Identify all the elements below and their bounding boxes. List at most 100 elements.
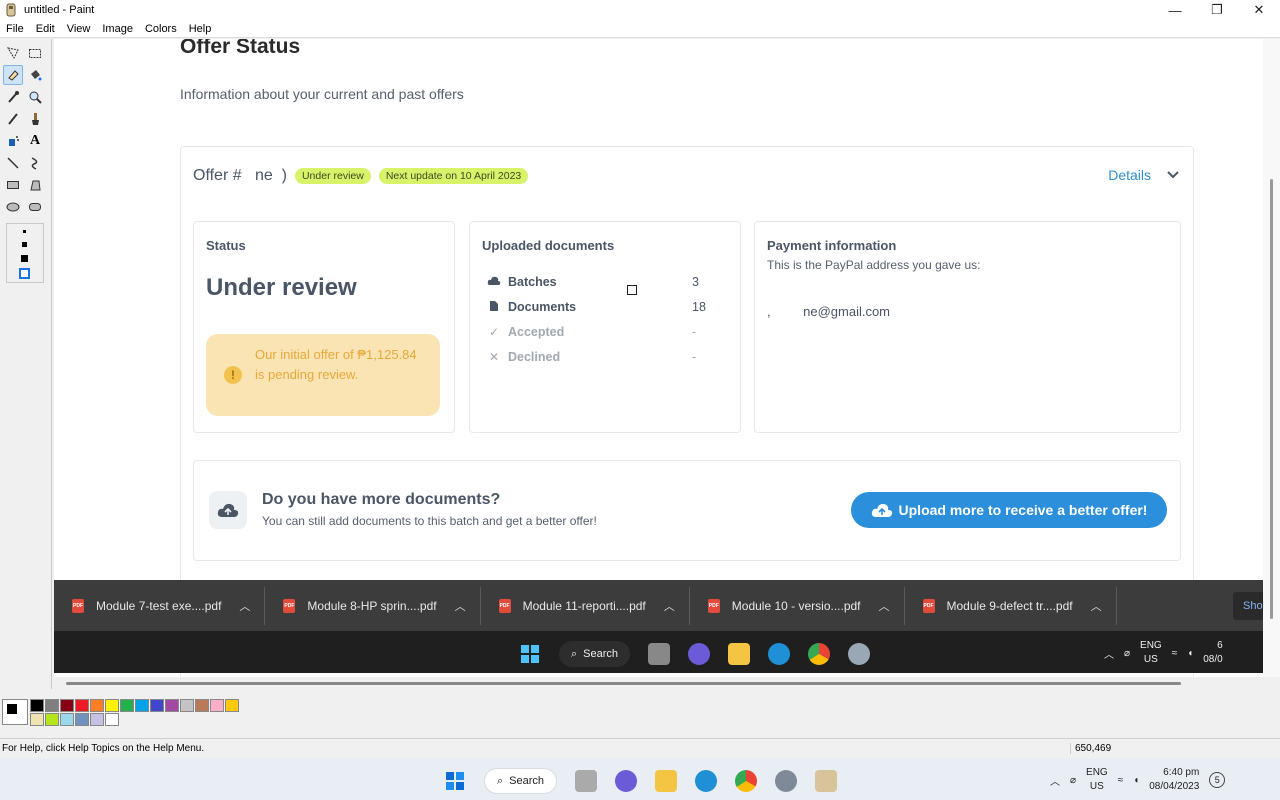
color-swatch[interactable] <box>45 699 59 712</box>
chevron-up-icon[interactable]: ︿ <box>1091 598 1102 614</box>
windows-start-icon[interactable] <box>444 770 466 792</box>
inner-search: ⌕ Search <box>559 641 631 667</box>
menu-edit[interactable]: Edit <box>30 23 61 35</box>
color-picker-icon[interactable] <box>3 87 23 107</box>
color-swatch[interactable] <box>210 699 224 712</box>
chevron-up-icon: ︿ <box>1104 649 1114 661</box>
cursor-coordinates: 650,469 <box>1070 743 1170 754</box>
teams-icon <box>688 643 711 665</box>
color-swatch[interactable] <box>30 699 44 712</box>
rectangle-icon[interactable] <box>3 175 23 195</box>
color-swatch[interactable] <box>150 699 164 712</box>
color-swatch[interactable] <box>195 699 209 712</box>
color-swatch[interactable] <box>30 713 44 726</box>
check-icon: ✓ <box>488 325 500 339</box>
network-off-icon[interactable]: ⌀ <box>1070 775 1076 786</box>
doc-row-declined: ✕ Declined - <box>486 347 712 367</box>
text-icon[interactable]: A <box>25 131 45 151</box>
fill-icon[interactable] <box>25 65 45 85</box>
clock[interactable]: 6:40 pm 08/04/2023 <box>1149 766 1199 794</box>
current-colors[interactable] <box>2 699 28 725</box>
download-item[interactable]: PDF Module 9-defect tr....pdf ︿ <box>905 586 1117 625</box>
color-swatch[interactable] <box>90 699 104 712</box>
download-item[interactable]: PDF Module 11-reporti....pdf ︿ <box>481 586 690 625</box>
paint-icon[interactable] <box>815 770 838 792</box>
speaker-icon[interactable]: ◖ <box>1133 775 1139 786</box>
rect-select-icon[interactable] <box>25 43 45 63</box>
color-swatch[interactable] <box>135 699 149 712</box>
color-palette <box>0 695 1280 735</box>
color-swatch[interactable] <box>60 713 74 726</box>
wifi-icon: ≈ <box>1171 647 1178 659</box>
settings-icon[interactable] <box>775 770 798 792</box>
selection-marker <box>627 285 637 295</box>
window-title: untitled - Paint <box>24 4 95 16</box>
minimize-button[interactable]: — <box>1154 0 1196 20</box>
menu-help[interactable]: Help <box>183 23 218 35</box>
eraser-icon[interactable] <box>3 65 23 85</box>
polygon-icon[interactable] <box>25 175 45 195</box>
menu-file[interactable]: File <box>0 23 30 35</box>
brush-icon[interactable] <box>25 109 45 129</box>
color-swatch[interactable] <box>180 699 194 712</box>
wifi-icon[interactable]: ≈ <box>1118 775 1124 786</box>
inner-taskbar: ⌕ Search ︿ ⌀ ENG US ≈ ◖ 6 08/0 <box>54 631 1263 673</box>
task-view-icon <box>648 643 671 665</box>
chevron-up-icon[interactable]: ︿ <box>455 598 466 614</box>
vertical-scrollbar[interactable] <box>1263 39 1280 677</box>
folder-icon[interactable] <box>655 770 678 792</box>
taskbar-search[interactable]: ⌕ Search <box>484 768 558 794</box>
pencil-icon[interactable] <box>3 109 23 129</box>
chrome-icon[interactable] <box>735 770 758 792</box>
horizontal-scrollbar[interactable] <box>54 677 1280 691</box>
download-item[interactable]: PDF Module 10 - versio....pdf ︿ <box>690 586 905 625</box>
free-select-icon[interactable] <box>3 43 23 63</box>
airbrush-icon[interactable] <box>3 131 23 151</box>
line-icon[interactable] <box>3 153 23 173</box>
chevron-up-icon[interactable]: ︿ <box>1050 773 1060 788</box>
color-swatch[interactable] <box>75 699 89 712</box>
pdf-icon: PDF <box>283 598 296 613</box>
color-swatch[interactable] <box>120 699 134 712</box>
show-all-downloads[interactable]: Sho <box>1233 592 1263 620</box>
chevron-up-icon[interactable]: ︿ <box>879 598 890 614</box>
status-panel-title: Status <box>206 238 246 253</box>
color-swatch[interactable] <box>60 699 74 712</box>
magnifier-icon[interactable] <box>25 87 45 107</box>
menu-colors[interactable]: Colors <box>139 23 183 35</box>
color-swatch[interactable] <box>225 699 239 712</box>
upload-more-label: Upload more to receive a better offer! <box>898 502 1148 518</box>
chevron-up-icon[interactable]: ︿ <box>239 598 250 614</box>
language-indicator[interactable]: ENG US <box>1086 766 1108 794</box>
chevron-up-icon[interactable]: ︿ <box>664 598 675 614</box>
swatch-grid <box>30 699 239 727</box>
teams-icon[interactable] <box>615 770 638 792</box>
drawing-canvas[interactable]: Offer Status Information about your curr… <box>54 39 1263 677</box>
notification-icon[interactable]: 5 <box>1209 772 1226 788</box>
details-toggle[interactable]: Details <box>1108 167 1179 183</box>
download-item[interactable]: PDF Module 7-test exe....pdf ︿ <box>54 586 266 625</box>
rounded-rect-icon[interactable] <box>25 197 45 217</box>
upload-more-button[interactable]: Upload more to receive a better offer! <box>851 492 1167 528</box>
maximize-button[interactable]: ❐ <box>1196 0 1238 20</box>
edge-icon[interactable] <box>695 770 718 792</box>
page-subtitle: Information about your current and past … <box>180 86 464 102</box>
details-link[interactable]: Details <box>1108 167 1151 183</box>
color-swatch[interactable] <box>165 699 179 712</box>
color-swatch[interactable] <box>45 713 59 726</box>
inner-system-tray: ︿ ⌀ ENG US ≈ ◖ 6 08/0 <box>1104 640 1223 665</box>
menu-view[interactable]: View <box>61 23 97 35</box>
color-swatch[interactable] <box>90 713 104 726</box>
eraser-size-selector[interactable] <box>6 223 44 283</box>
curve-icon[interactable] <box>25 153 45 173</box>
task-view-icon[interactable] <box>575 770 598 792</box>
warning-icon: ! <box>224 366 242 384</box>
color-swatch[interactable] <box>75 713 89 726</box>
download-item[interactable]: PDF Module 8-HP sprin....pdf ︿ <box>265 586 481 625</box>
close-button[interactable]: ✕ <box>1238 0 1280 20</box>
payment-panel: Payment information This is the PayPal a… <box>754 221 1181 433</box>
ellipse-icon[interactable] <box>3 197 23 217</box>
color-swatch[interactable] <box>105 699 119 712</box>
menu-image[interactable]: Image <box>96 23 139 35</box>
color-swatch[interactable] <box>105 713 119 726</box>
